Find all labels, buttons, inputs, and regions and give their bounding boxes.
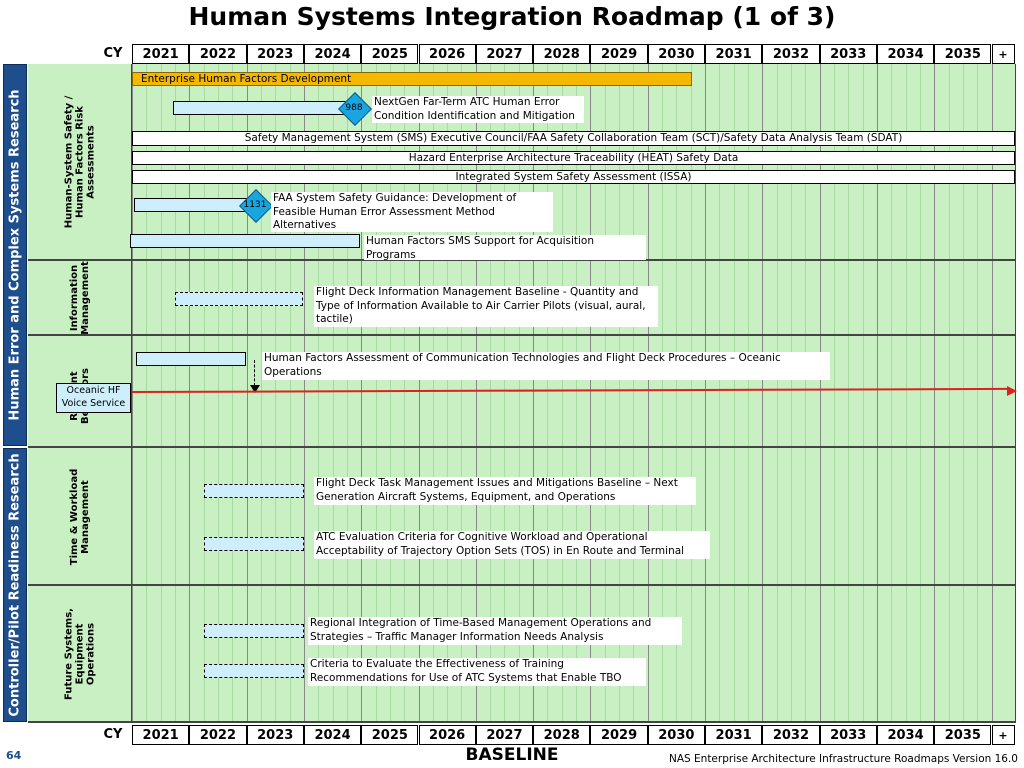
year-cell: 2033 [819, 44, 877, 64]
year-cell: 2022 [189, 725, 247, 745]
activity-label: Flight Deck Information Management Basel… [314, 286, 658, 327]
page-title: Human Systems Integration Roadmap (1 of … [188, 2, 836, 31]
year-cell: + [991, 725, 1015, 745]
cy-label-bottom: CY [103, 727, 123, 742]
subgroup-time-workload: Time & Workload Management [28, 448, 132, 585]
activity-label: Hazard Enterprise Architecture Traceabil… [408, 152, 739, 164]
subgroup-future-systems: Future Systems, Equipment Operations [28, 586, 132, 722]
activity-bar-regional-integration[interactable] [204, 624, 304, 638]
year-cell: 2021 [132, 725, 190, 745]
year-cell: 2035 [934, 44, 992, 64]
year-cell: 2032 [762, 725, 820, 745]
year-cell: 2034 [876, 44, 935, 64]
year-cell: 2032 [762, 44, 820, 64]
year-cell: 2029 [590, 725, 648, 745]
year-cell: 2025 [361, 725, 419, 745]
activity-bar-flight-deck-task[interactable] [204, 484, 304, 498]
year-cell: 2021 [132, 44, 190, 64]
timeline-arrow-icon [1007, 386, 1017, 396]
activity-bar-heat[interactable]: Hazard Enterprise Architecture Traceabil… [132, 151, 1015, 165]
activity-bar-hf-sms-support[interactable] [130, 234, 360, 248]
section-divider [28, 721, 1016, 723]
activity-label: Enterprise Human Factors Development [141, 73, 352, 85]
group-controller-pilot: Controller/Pilot Readiness Research [3, 448, 27, 722]
oceanic-hf-voice-service-box[interactable]: Oceanic HF Voice Service [56, 383, 131, 413]
subgroup-human-system-safety: Human-System Safety / Human Factors Risk… [28, 64, 132, 260]
group-human-error-label: Human Error and Complex Systems Research [7, 89, 23, 421]
activity-label: Safety Management System (SMS) Executive… [244, 132, 903, 144]
milestone-number: 1131 [243, 200, 267, 210]
activity-label: Criteria to Evaluate the Effectiveness o… [308, 658, 646, 686]
subgroup-label: Human-System Safety / Human Factors Risk… [63, 95, 96, 229]
year-cell: 2033 [819, 725, 877, 745]
year-cell: 2027 [475, 725, 534, 745]
version-label: NAS Enterprise Architecture Infrastructu… [668, 753, 1018, 765]
year-cell: 2026 [418, 725, 476, 745]
activity-label: FAA System Safety Guidance: Development … [271, 192, 553, 232]
activity-label: Human Factors SMS Support for Acquisitio… [364, 235, 646, 261]
activity-label: NextGen Far-Term ATC Human Error Conditi… [372, 96, 584, 123]
activity-label: Flight Deck Task Management Issues and M… [314, 477, 696, 505]
year-cell: 2031 [705, 44, 763, 64]
activity-label: Regional Integration of Time-Based Manag… [308, 617, 682, 645]
group-human-error: Human Error and Complex Systems Research [3, 64, 27, 446]
year-cell: 2030 [647, 725, 705, 745]
year-cell: 2024 [303, 725, 362, 745]
activity-label: ATC Evaluation Criteria for Cognitive Wo… [314, 531, 710, 559]
activity-bar-enterprise-hf[interactable]: Enterprise Human Factors Development [132, 72, 692, 86]
year-cell: + [991, 44, 1015, 64]
year-cell: 2027 [475, 44, 534, 64]
subgroup-information-management: Information Management [28, 261, 132, 335]
year-cell: 2023 [246, 725, 304, 745]
section-divider [28, 584, 1016, 586]
activity-bar-flight-deck-info[interactable] [175, 292, 303, 306]
year-cell: 2030 [647, 44, 705, 64]
subgroup-label: Information Management [68, 261, 91, 335]
year-cell: 2028 [533, 725, 591, 745]
activity-bar-sms[interactable]: Safety Management System (SMS) Executive… [132, 131, 1015, 146]
year-cell: 2025 [361, 44, 419, 64]
activity-bar-atc-evaluation[interactable] [204, 537, 304, 551]
year-cell: 2031 [705, 725, 763, 745]
activity-bar-nextgen-far-term[interactable] [173, 101, 353, 115]
activity-bar-oceanic-comm[interactable] [136, 352, 246, 366]
dependency-dashed-line [254, 360, 255, 386]
year-cell: 2024 [303, 44, 362, 64]
year-cell: 2026 [418, 44, 476, 64]
year-cell: 2028 [533, 44, 591, 64]
activity-label: Human Factors Assessment of Communicatio… [262, 352, 830, 380]
milestone-number: 988 [345, 103, 363, 113]
activity-bar-issa[interactable]: Integrated System Safety Assessment (ISS… [132, 170, 1015, 184]
group-controller-pilot-label: Controller/Pilot Readiness Research [7, 453, 23, 717]
section-divider [28, 334, 1016, 336]
cy-label-top: CY [103, 46, 123, 61]
subgroup-label: Time & Workload Management [68, 468, 91, 565]
year-cell: 2029 [590, 44, 648, 64]
activity-bar-training-criteria[interactable] [204, 664, 304, 678]
section-divider [28, 446, 1016, 448]
activity-bar-system-safety-guidance[interactable] [134, 198, 250, 212]
year-cell: 2023 [246, 44, 304, 64]
activity-label: Integrated System Safety Assessment (ISS… [455, 171, 692, 183]
year-cell: 2034 [876, 725, 935, 745]
subgroup-label: Future Systems, Equipment Operations [63, 608, 96, 700]
year-cell: 2035 [934, 725, 992, 745]
year-cell: 2022 [189, 44, 247, 64]
